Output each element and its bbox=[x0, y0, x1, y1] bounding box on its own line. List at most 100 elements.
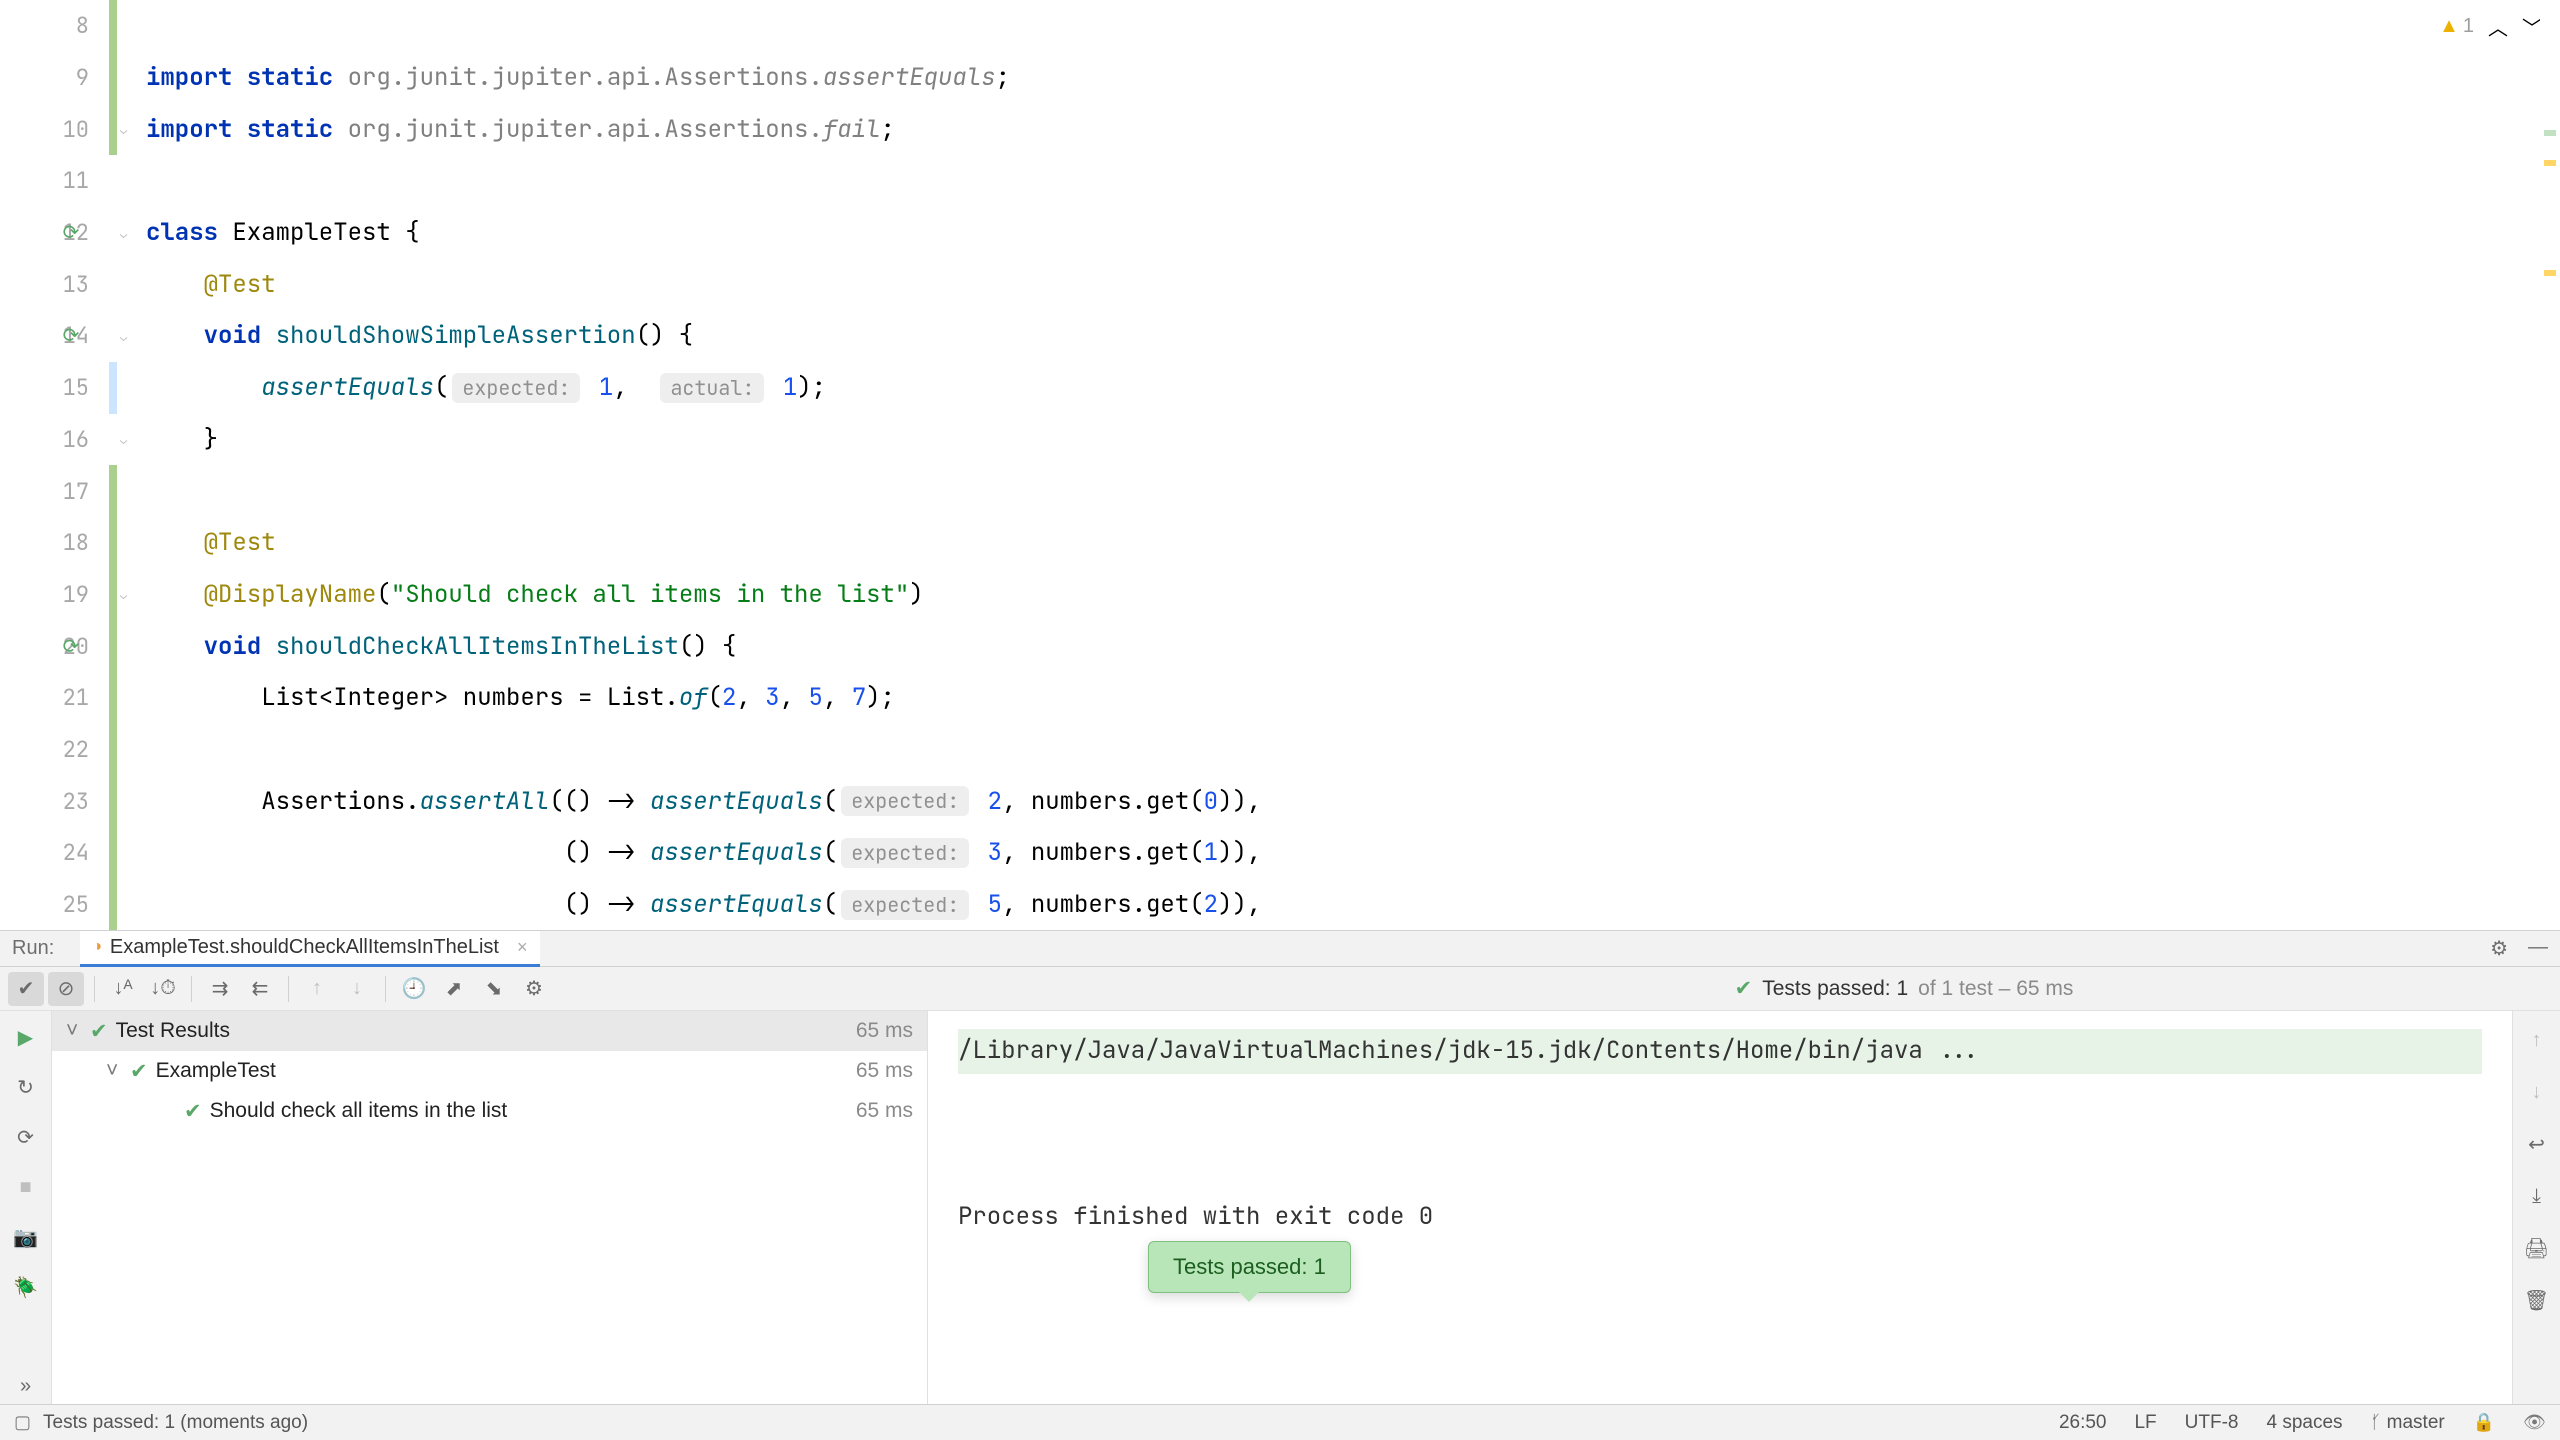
debug-settings-button[interactable]: 🪲 bbox=[8, 1269, 44, 1305]
code-line[interactable]: ⌄ @DisplayName("Should check all items i… bbox=[118, 569, 2560, 621]
code-line[interactable]: import static org.junit.jupiter.api.Asse… bbox=[118, 52, 2560, 104]
git-branch[interactable]: ᚶ master bbox=[2371, 1412, 2445, 1434]
sort-duration-button[interactable]: ↓⏱ bbox=[145, 972, 181, 1006]
code-line[interactable] bbox=[118, 0, 2560, 52]
gutter-row[interactable]: 22 bbox=[0, 724, 117, 776]
scroll-up-button[interactable]: ↑ bbox=[2519, 1023, 2555, 1057]
console-output[interactable]: /Library/Java/JavaVirtualMachines/jdk-15… bbox=[928, 1011, 2512, 1404]
scroll-down-button[interactable]: ↓ bbox=[2519, 1075, 2555, 1109]
expand-icon[interactable]: ˅ bbox=[106, 1059, 122, 1083]
settings-icon[interactable]: ⚙ bbox=[2490, 936, 2508, 961]
line-separator[interactable]: LF bbox=[2134, 1412, 2156, 1434]
rerun-button[interactable]: ▶ bbox=[8, 1019, 44, 1055]
import-tests-button[interactable]: ⬈ bbox=[436, 972, 472, 1006]
gutter-row[interactable]: ⟳12 bbox=[0, 207, 117, 259]
next-failed-button[interactable]: ↓ bbox=[339, 972, 375, 1006]
sort-alpha-button[interactable]: ↓ᴬ bbox=[105, 972, 141, 1006]
test-tree-row[interactable]: ˅✔ExampleTest65 ms bbox=[52, 1051, 927, 1091]
gutter-row[interactable]: 19 bbox=[0, 569, 117, 621]
vcs-change-stripe[interactable] bbox=[109, 0, 117, 52]
run-test-icon[interactable]: ⟳ bbox=[60, 635, 82, 657]
run-test-icon[interactable]: ⟳ bbox=[60, 222, 82, 244]
fold-toggle-icon[interactable]: ⌄ bbox=[120, 122, 134, 136]
code-line[interactable]: @Test bbox=[118, 258, 2560, 310]
vcs-change-stripe[interactable] bbox=[109, 672, 117, 724]
close-icon[interactable]: × bbox=[517, 937, 528, 958]
gutter-row[interactable]: ⟳20 bbox=[0, 620, 117, 672]
vcs-change-stripe[interactable] bbox=[109, 775, 117, 827]
run-config-tab[interactable]: ◑ ExampleTest.shouldCheckAllItemsInTheLi… bbox=[80, 931, 539, 967]
test-tree-row[interactable]: ✔Should check all items in the list65 ms bbox=[52, 1091, 927, 1131]
vcs-change-stripe[interactable] bbox=[109, 517, 117, 569]
gutter-row[interactable]: 18 bbox=[0, 517, 117, 569]
vcs-change-stripe[interactable] bbox=[109, 362, 117, 414]
gutter-row[interactable]: 15 bbox=[0, 362, 117, 414]
gutter-row[interactable]: 11 bbox=[0, 155, 117, 207]
test-settings-button[interactable]: ⚙ bbox=[516, 972, 552, 1006]
clear-button[interactable]: 🗑 bbox=[2519, 1283, 2555, 1317]
code-line[interactable] bbox=[118, 724, 2560, 776]
vcs-change-stripe[interactable] bbox=[109, 827, 117, 879]
vcs-change-stripe[interactable] bbox=[109, 569, 117, 621]
show-ignored-button[interactable]: ⊘ bbox=[48, 972, 84, 1006]
code-line[interactable]: ⌄ void shouldShowSimpleAssertion() { bbox=[118, 310, 2560, 362]
expand-icon[interactable]: ˅ bbox=[66, 1019, 82, 1043]
gutter-row[interactable]: 13 bbox=[0, 258, 117, 310]
vcs-change-stripe[interactable] bbox=[109, 465, 117, 517]
code-line[interactable] bbox=[118, 465, 2560, 517]
inspection-eye-icon[interactable]: 👁 bbox=[2523, 1412, 2546, 1433]
scroll-to-end-button[interactable]: ⤓ bbox=[2519, 1179, 2555, 1213]
tool-windows-icon[interactable]: ▢ bbox=[14, 1412, 31, 1433]
code-line[interactable]: Assertions.assertAll(() -> assertEquals(… bbox=[118, 775, 2560, 827]
expand-all-button[interactable]: ⇉ bbox=[202, 972, 238, 1006]
test-tree[interactable]: ˅✔Test Results65 ms˅✔ExampleTest65 ms✔Sh… bbox=[52, 1011, 928, 1404]
more-button[interactable]: » bbox=[8, 1368, 44, 1404]
test-tree-row[interactable]: ˅✔Test Results65 ms bbox=[52, 1011, 927, 1051]
rerun-failed-button[interactable]: ↻ bbox=[8, 1069, 44, 1105]
gutter-row[interactable]: 16 bbox=[0, 414, 117, 466]
gutter-row[interactable]: 24 bbox=[0, 827, 117, 879]
gutter-row[interactable]: 21 bbox=[0, 672, 117, 724]
fold-toggle-icon[interactable]: ⌄ bbox=[120, 587, 134, 601]
print-button[interactable]: 🖨 bbox=[2519, 1231, 2555, 1265]
code-line[interactable]: () -> assertEquals(expected: 5, numbers.… bbox=[118, 879, 2560, 931]
toggle-auto-test-button[interactable]: ⟳ bbox=[8, 1119, 44, 1155]
fold-toggle-icon[interactable]: ⌄ bbox=[120, 329, 134, 343]
prev-failed-button[interactable]: ↑ bbox=[299, 972, 335, 1006]
code-line[interactable]: ⌄ } bbox=[118, 414, 2560, 466]
gutter-row[interactable]: 25 bbox=[0, 879, 117, 931]
gutter-row[interactable]: 9 bbox=[0, 52, 117, 104]
code-line[interactable]: List<Integer> numbers = List.of(2, 3, 5,… bbox=[118, 672, 2560, 724]
code-line[interactable]: void shouldCheckAllItemsInTheList() { bbox=[118, 620, 2560, 672]
collapse-all-button[interactable]: ⇇ bbox=[242, 972, 278, 1006]
vcs-change-stripe[interactable] bbox=[109, 879, 117, 931]
gutter-row[interactable]: ⟳14 bbox=[0, 310, 117, 362]
lock-icon[interactable]: 🔒 bbox=[2473, 1412, 2495, 1433]
fold-toggle-icon[interactable]: ⌄ bbox=[120, 432, 134, 446]
export-tests-button[interactable]: ⬊ bbox=[476, 972, 512, 1006]
minimize-icon[interactable]: — bbox=[2528, 936, 2548, 961]
indent-info[interactable]: 4 spaces bbox=[2267, 1412, 2343, 1434]
caret-position[interactable]: 26:50 bbox=[2059, 1412, 2107, 1434]
fold-toggle-icon[interactable]: ⌄ bbox=[120, 226, 134, 240]
vcs-change-stripe[interactable] bbox=[109, 724, 117, 776]
show-passed-button[interactable]: ✔ bbox=[8, 972, 44, 1006]
vcs-change-stripe[interactable] bbox=[109, 103, 117, 155]
run-test-icon[interactable]: ⟳ bbox=[60, 325, 82, 347]
stop-button[interactable]: ■ bbox=[8, 1169, 44, 1205]
code-line[interactable]: assertEquals(expected: 1, actual: 1); bbox=[118, 362, 2560, 414]
gutter-row[interactable]: 10 bbox=[0, 103, 117, 155]
vcs-change-stripe[interactable] bbox=[109, 52, 117, 104]
code-line[interactable]: ⌄class ExampleTest { bbox=[118, 207, 2560, 259]
soft-wrap-button[interactable]: ↩ bbox=[2519, 1127, 2555, 1161]
test-history-button[interactable]: 🕘 bbox=[396, 972, 432, 1006]
code-line[interactable] bbox=[118, 155, 2560, 207]
code-pane[interactable]: ▲ 1 ︿ ﹀ import static org.junit.jupiter.… bbox=[118, 0, 2560, 930]
file-encoding[interactable]: UTF-8 bbox=[2185, 1412, 2239, 1434]
code-line[interactable]: () -> assertEquals(expected: 3, numbers.… bbox=[118, 827, 2560, 879]
code-line[interactable]: ⌄import static org.junit.jupiter.api.Ass… bbox=[118, 103, 2560, 155]
dump-threads-button[interactable]: 📷 bbox=[8, 1219, 44, 1255]
gutter-row[interactable]: 8 bbox=[0, 0, 117, 52]
vcs-change-stripe[interactable] bbox=[109, 620, 117, 672]
code-line[interactable]: @Test bbox=[118, 517, 2560, 569]
